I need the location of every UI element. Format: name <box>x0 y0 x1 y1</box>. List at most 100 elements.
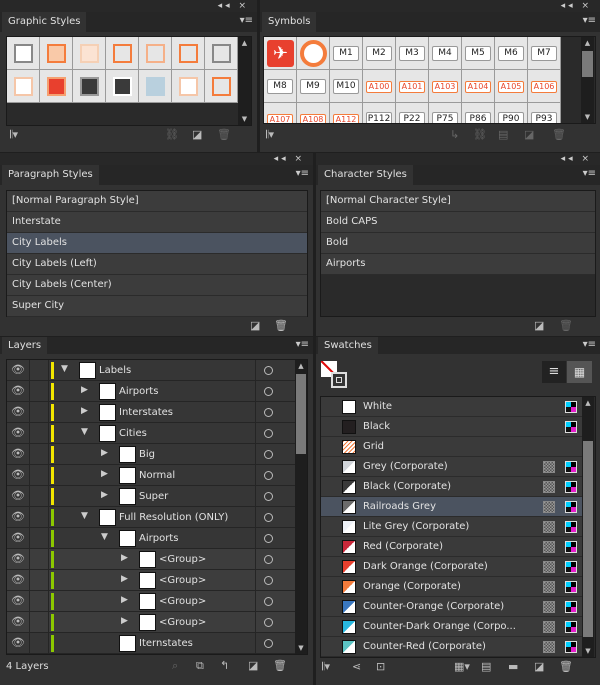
layer-row[interactable]: 👁 ▼ Airports <box>7 528 295 549</box>
layer-row[interactable]: 👁 ▶ Normal <box>7 465 295 486</box>
lock-toggle[interactable] <box>29 360 49 381</box>
graphic-style-swatch[interactable] <box>40 70 73 103</box>
layer-row[interactable]: 👁 ▶ Airports <box>7 381 295 402</box>
style-list-item[interactable]: City Labels (Center) <box>7 275 307 296</box>
lock-toggle[interactable] <box>29 486 49 507</box>
trash-icon[interactable]: 🗑 <box>559 319 573 332</box>
trash-icon[interactable]: 🗑 <box>274 319 288 332</box>
style-list-item[interactable]: [Normal Paragraph Style] <box>7 191 307 212</box>
symbol-item[interactable]: P112 <box>363 103 396 123</box>
graphic-style-swatch[interactable] <box>172 37 205 70</box>
new-style-icon[interactable]: ◪ <box>192 128 202 141</box>
target-circle-icon[interactable] <box>264 639 273 648</box>
symbol-item[interactable]: A112 <box>330 103 363 123</box>
symbol-options-icon[interactable]: ▤ <box>498 128 508 141</box>
style-list-item[interactable]: City Labels <box>7 233 307 254</box>
target-circle-icon[interactable] <box>264 471 273 480</box>
symbol-item[interactable]: A103 <box>429 70 462 103</box>
panel-header-controls[interactable]: ◂◂ × <box>0 153 313 165</box>
layer-row[interactable]: 👁 ▶ <Group> <box>7 612 295 633</box>
lock-toggle[interactable] <box>29 633 49 654</box>
tab-swatches[interactable]: Swatches <box>318 337 378 354</box>
panel-header-controls[interactable]: ◂◂ × <box>260 0 600 12</box>
symbol-item[interactable]: P86 <box>462 103 495 123</box>
swatch-kinds-icon[interactable]: ⋖ <box>352 660 361 673</box>
graphic-style-swatch[interactable] <box>139 37 172 70</box>
panel-menu-icon[interactable]: ▾≡ <box>296 168 309 179</box>
panel-header-controls[interactable]: ◂◂ × <box>316 153 600 165</box>
eye-icon[interactable]: 👁 <box>11 426 25 439</box>
swatch-row[interactable]: Counter-Dark Orange (Corpo... <box>321 617 583 637</box>
layer-row[interactable]: 👁 ▶ Interstates <box>7 402 295 423</box>
swatch-row[interactable]: Red (Corporate) <box>321 537 583 557</box>
style-list-item[interactable]: [Normal Character Style] <box>321 191 595 212</box>
tab-paragraph-styles[interactable]: Paragraph Styles <box>2 165 99 185</box>
eye-icon[interactable]: 👁 <box>11 531 25 544</box>
graphic-style-swatch[interactable] <box>106 37 139 70</box>
layer-row[interactable]: 👁 ▶ <Group> <box>7 549 295 570</box>
target-circle-icon[interactable] <box>264 387 273 396</box>
list-view-button[interactable]: ≡ <box>542 361 566 383</box>
graphic-style-swatch[interactable] <box>205 70 238 103</box>
symbol-item[interactable]: M4 <box>429 37 462 70</box>
eye-icon[interactable]: 👁 <box>11 468 25 481</box>
expand-closed-icon[interactable]: ▶ <box>101 469 108 479</box>
eye-icon[interactable]: 👁 <box>11 363 25 376</box>
new-style-icon[interactable]: ◪ <box>250 319 260 332</box>
layer-row[interactable]: 👁 ▶ Big <box>7 444 295 465</box>
expand-open-icon[interactable]: ▼ <box>101 532 108 542</box>
swatch-row[interactable]: Lite Grey (Corporate) <box>321 517 583 537</box>
style-list-item[interactable]: Bold CAPS <box>321 212 595 233</box>
panel-menu-icon[interactable]: ▾≡ <box>296 339 309 350</box>
symbol-item[interactable]: A100 <box>363 70 396 103</box>
expand-closed-icon[interactable]: ▶ <box>81 385 88 395</box>
new-symbol-icon[interactable]: ◪ <box>524 128 534 141</box>
libraries-menu-icon[interactable]: 𝄃▾ <box>322 660 330 674</box>
target-circle-icon[interactable] <box>264 618 273 627</box>
swatch-row[interactable]: Black <box>321 417 583 437</box>
lock-toggle[interactable] <box>29 507 49 528</box>
panel-menu-icon[interactable]: ▾≡ <box>583 339 596 350</box>
swatch-row[interactable]: Railroads Grey <box>321 497 583 517</box>
new-style-icon[interactable]: ◪ <box>534 319 544 332</box>
symbol-item[interactable]: A104 <box>462 70 495 103</box>
libraries-menu-icon[interactable]: 𝄃▾ <box>266 128 274 142</box>
clipping-mask-icon[interactable]: ⧉ <box>196 659 204 673</box>
eye-icon[interactable]: 👁 <box>11 447 25 460</box>
trash-icon[interactable]: 🗑 <box>552 128 566 141</box>
eye-icon[interactable]: 👁 <box>11 384 25 397</box>
graphic-style-swatch[interactable] <box>73 70 106 103</box>
symbol-item[interactable]: M9 <box>297 70 330 103</box>
target-circle-icon[interactable] <box>264 492 273 501</box>
graphic-style-swatch[interactable] <box>73 37 106 70</box>
tab-symbols[interactable]: Symbols <box>262 12 317 32</box>
swatch-row[interactable]: Grid <box>321 437 583 457</box>
panel-menu-icon[interactable]: ▾≡ <box>583 168 596 179</box>
symbol-item[interactable]: M8 <box>264 70 297 103</box>
panel-header-controls[interactable]: ◂◂ × <box>0 0 257 12</box>
expand-open-icon[interactable]: ▼ <box>81 427 88 437</box>
swatch-row[interactable]: Grey (Corporate) <box>321 457 583 477</box>
expand-open-icon[interactable]: ▼ <box>81 511 88 521</box>
lock-toggle[interactable] <box>29 381 49 402</box>
layer-row[interactable]: 👁 ▼ Full Resolution (ONLY) <box>7 507 295 528</box>
symbol-item[interactable]: P93 <box>528 103 561 123</box>
scrollbar[interactable]: ▲ ▼ <box>238 37 251 125</box>
graphic-style-swatch[interactable] <box>205 37 238 70</box>
lock-toggle[interactable] <box>29 402 49 423</box>
symbol-item[interactable]: M5 <box>462 37 495 70</box>
expand-closed-icon[interactable]: ▶ <box>81 406 88 416</box>
target-circle-icon[interactable] <box>264 513 273 522</box>
trash-icon[interactable]: 🗑 <box>559 660 573 673</box>
lock-toggle[interactable] <box>29 612 49 633</box>
expand-open-icon[interactable]: ▼ <box>61 364 68 374</box>
lock-toggle[interactable] <box>29 465 49 486</box>
expand-closed-icon[interactable]: ▶ <box>121 595 128 605</box>
eye-icon[interactable]: 👁 <box>11 489 25 502</box>
swatch-row[interactable]: Counter-Red (Corporate) <box>321 637 583 657</box>
panel-menu-icon[interactable]: ▾≡ <box>583 15 596 26</box>
target-circle-icon[interactable] <box>264 597 273 606</box>
swatch-row[interactable]: Dark Orange (Corporate) <box>321 557 583 577</box>
layer-row[interactable]: 👁 ▼ Labels <box>7 360 295 381</box>
symbol-item[interactable]: A106 <box>528 70 561 103</box>
